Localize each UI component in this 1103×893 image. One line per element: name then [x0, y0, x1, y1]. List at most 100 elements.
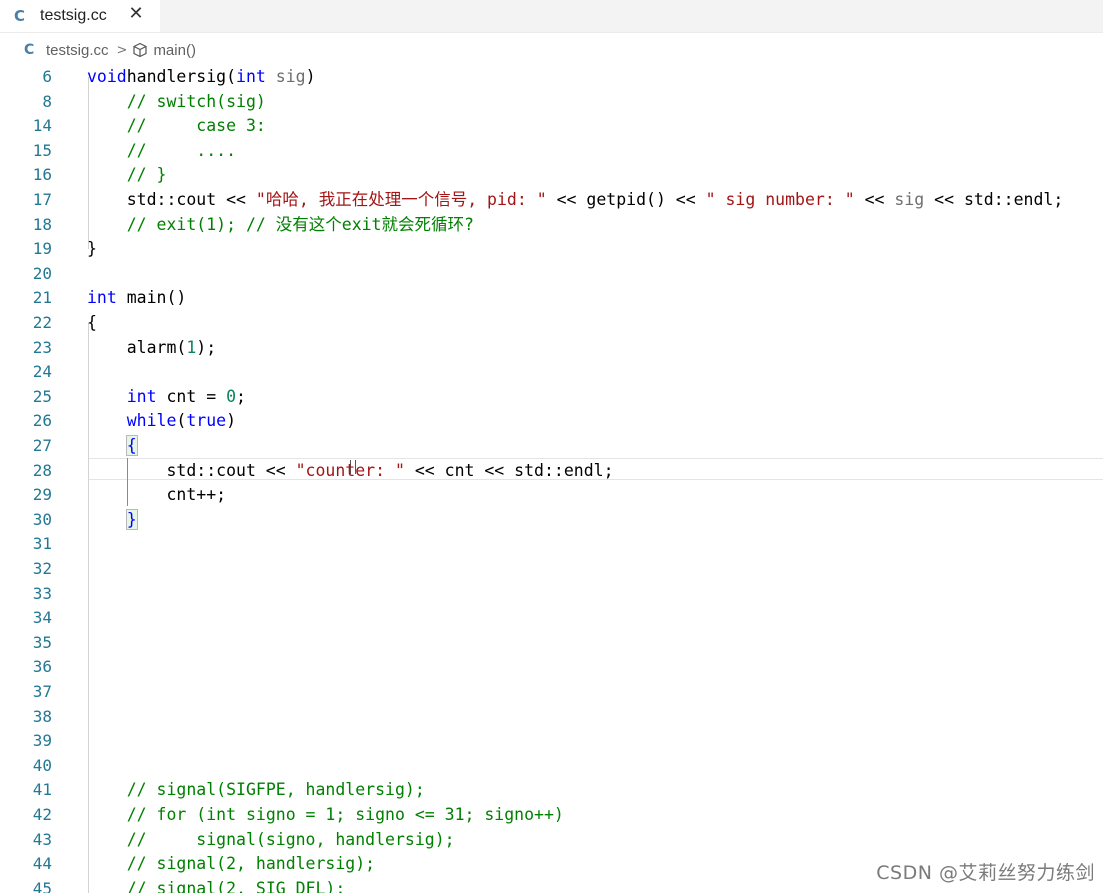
- code-line[interactable]: 18 // exit(1); // 没有这个exit就会死循环?: [0, 213, 1103, 238]
- code-token: }: [125, 508, 138, 530]
- code-line[interactable]: 27 {: [0, 434, 1103, 459]
- chevron-right-icon: >: [116, 42, 128, 58]
- code-line[interactable]: 17 std::cout << "哈哈, 我正在处理一个信号, pid: " <…: [0, 188, 1103, 213]
- code-line[interactable]: 21 int main(): [0, 286, 1103, 311]
- code-line[interactable]: 26 while(true): [0, 409, 1103, 434]
- line-number: 34: [32, 608, 52, 628]
- cube-method-icon: [133, 42, 148, 58]
- line-number: 33: [32, 583, 52, 603]
- code-line[interactable]: 35: [0, 631, 1103, 656]
- line-number: 14: [32, 116, 52, 136]
- code-token: int: [87, 288, 117, 308]
- code-line[interactable]: 43 // signal(signo, handlersig);: [0, 828, 1103, 853]
- code-token: << std::endl;: [924, 190, 1064, 209]
- line-number: 37: [32, 682, 52, 701]
- code-text: // exit(1); // 没有这个exit就会死循环?: [87, 213, 474, 238]
- code-token: << cnt << std::endl;: [404, 460, 614, 480]
- line-number: 42: [32, 805, 52, 824]
- code-line[interactable]: 38: [0, 705, 1103, 730]
- code-token: sig: [265, 67, 306, 86]
- line-number: 39: [32, 731, 52, 751]
- code-line[interactable]: 24: [0, 360, 1103, 385]
- code-line[interactable]: 29 cnt++;: [0, 483, 1103, 508]
- code-line[interactable]: 20: [0, 262, 1103, 287]
- code-token: cnt++;: [87, 485, 227, 505]
- tab-bar: C testsig.cc ✕: [0, 0, 1103, 33]
- breadcrumb-file[interactable]: testsig.cc: [46, 42, 109, 59]
- tab-label: testsig.cc: [40, 7, 107, 24]
- line-number: 18: [32, 214, 52, 234]
- code-line[interactable]: 25 int cnt = 0;: [0, 385, 1103, 410]
- code-token: ;: [236, 386, 246, 406]
- code-token: << getpid() <<: [546, 190, 706, 209]
- code-line[interactable]: 42 // for (int signo = 1; signo <= 31; s…: [0, 803, 1103, 828]
- code-token: void: [87, 67, 127, 86]
- breadcrumb-symbol[interactable]: main(): [153, 42, 196, 59]
- line-number: 22: [32, 313, 52, 332]
- code-text: std::cout << "哈哈, 我正在处理一个信号, pid: " << g…: [87, 188, 1064, 213]
- code-line[interactable]: 34: [0, 606, 1103, 631]
- code-text: // case 3:: [87, 114, 266, 139]
- code-line[interactable]: 14 // case 3:: [0, 114, 1103, 139]
- code-text: voidhandlersig(int sig): [87, 65, 316, 90]
- line-number: 45: [32, 878, 52, 893]
- code-text: // signal(SIGFPE, handlersig);: [87, 778, 425, 803]
- code-token: " sig number: ": [705, 190, 855, 209]
- line-number: 26: [32, 411, 52, 431]
- code-line[interactable]: 15 // ....: [0, 139, 1103, 164]
- code-text: {: [87, 311, 97, 336]
- code-line[interactable]: 22 {: [0, 311, 1103, 336]
- code-text: }: [87, 508, 138, 533]
- code-text: // signal(2, SIG_DFL);: [87, 877, 346, 893]
- cpp-file-icon: C: [14, 7, 26, 25]
- code-line[interactable]: 37: [0, 680, 1103, 705]
- code-line[interactable]: 32: [0, 557, 1103, 582]
- code-line[interactable]: 40: [0, 754, 1103, 779]
- code-line[interactable]: 39: [0, 729, 1103, 754]
- code-token: }: [87, 239, 97, 259]
- code-line[interactable]: 8 // switch(sig): [0, 90, 1103, 115]
- code-text: // for (int signo = 1; signo <= 31; sign…: [87, 803, 564, 828]
- code-token: // for (int signo = 1; signo <= 31; sign…: [126, 805, 564, 824]
- code-token: (: [176, 411, 187, 431]
- code-token: // signal(2, SIG_DFL);: [126, 878, 346, 893]
- code-token: {: [125, 435, 138, 456]
- code-line[interactable]: 23 alarm(1);: [0, 336, 1103, 361]
- code-line[interactable]: 41 // signal(SIGFPE, handlersig);: [0, 778, 1103, 803]
- code-text: alarm(1);: [87, 336, 216, 361]
- code-line[interactable]: 33: [0, 582, 1103, 607]
- code-token: sig: [894, 190, 925, 209]
- line-number: 8: [42, 91, 52, 111]
- code-line[interactable]: 30 }: [0, 508, 1103, 533]
- line-number: 41: [32, 780, 52, 800]
- tab-testsig[interactable]: C testsig.cc ✕: [0, 0, 160, 32]
- code-line[interactable]: 31: [0, 532, 1103, 557]
- code-text: // signal(2, handlersig);: [87, 852, 375, 877]
- code-editor[interactable]: 6 voidhandlersig(int sig) 8 // switch(sig)…: [0, 65, 1103, 893]
- code-token: // ....: [126, 140, 237, 160]
- code-text: {: [87, 434, 138, 459]
- code-line[interactable]: 36: [0, 655, 1103, 680]
- code-token: // }: [126, 165, 167, 185]
- code-line[interactable]: 16 // }: [0, 163, 1103, 188]
- line-number: 29: [32, 485, 52, 505]
- breadcrumb: C testsig.cc > main(): [0, 37, 1103, 63]
- line-number: 23: [32, 337, 52, 357]
- code-token: // switch(sig): [126, 91, 266, 111]
- close-icon[interactable]: ✕: [126, 3, 146, 24]
- code-token: ): [305, 67, 316, 86]
- code-line[interactable]: 6 voidhandlersig(int sig): [0, 65, 1103, 90]
- code-line[interactable]: 19}: [0, 237, 1103, 262]
- code-line[interactable]: 28 std::cout << "counter: " << cnt << st…: [0, 459, 1103, 484]
- code-text: while(true): [87, 409, 236, 434]
- line-number: 16: [32, 165, 52, 185]
